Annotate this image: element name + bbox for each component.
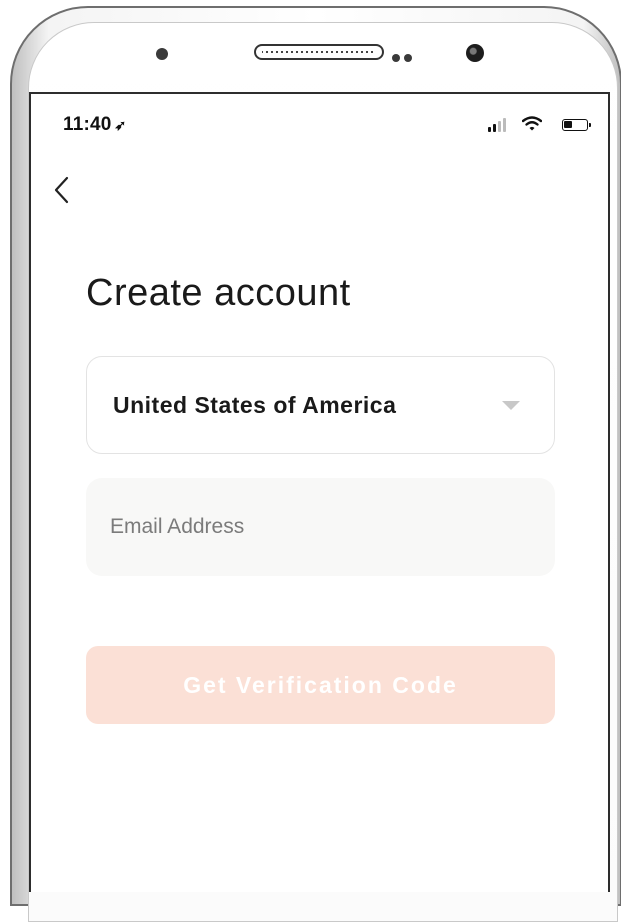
back-button[interactable] (51, 172, 73, 208)
chevron-left-icon (54, 176, 69, 204)
battery-icon (562, 119, 591, 131)
proximity-sensor-dot (156, 48, 168, 60)
email-input[interactable] (86, 478, 555, 576)
get-verification-code-button[interactable]: Get Verification Code (86, 646, 555, 724)
front-camera (466, 44, 484, 62)
country-select[interactable]: United States of America (86, 356, 555, 454)
country-select-value: United States of America (113, 392, 397, 418)
caret-down-icon (502, 401, 520, 410)
page-title: Create account (86, 272, 351, 314)
email-field (86, 478, 555, 576)
location-arrow-icon: ➶ (114, 117, 127, 133)
sensor-dots (392, 49, 416, 62)
status-bar-time: 11:40 ➶ (63, 114, 126, 136)
earpiece-speaker (254, 44, 384, 60)
signal-icon (488, 118, 510, 132)
status-time-text: 11:40 (63, 114, 112, 135)
wifi-icon (521, 116, 543, 135)
phone-screen: 11:40 ➶ Create account United States of A… (29, 92, 610, 892)
